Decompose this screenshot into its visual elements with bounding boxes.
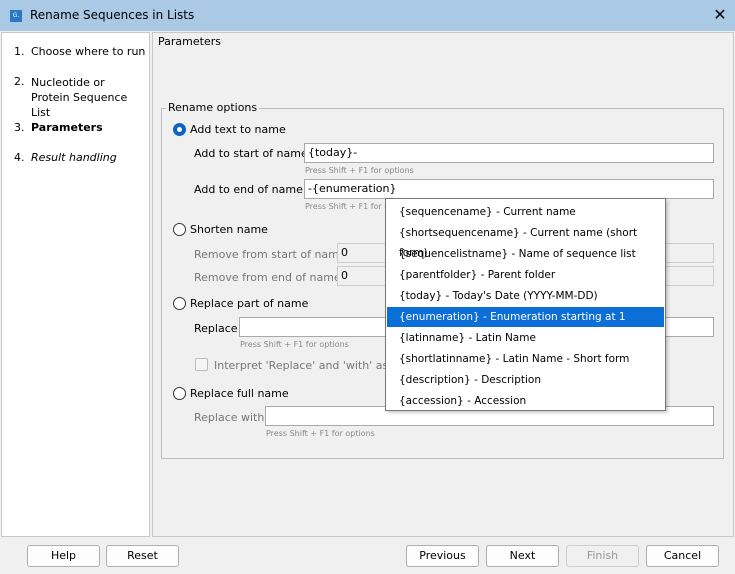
popup-item-selected[interactable]: {enumeration} - Enumeration starting at … <box>387 307 664 327</box>
popup-item[interactable]: {parentfolder} - Parent folder <box>387 265 664 285</box>
step-label: Nucleotide or Protein Sequence List <box>31 76 128 119</box>
reset-button[interactable]: Reset <box>106 545 179 567</box>
title-bar: G. Rename Sequences in Lists ✕ <box>0 0 735 31</box>
replace-with-label: Replace with <box>194 411 265 424</box>
shorten-label: Shorten name <box>190 223 268 236</box>
step-parameters[interactable]: 3. Parameters <box>14 121 103 134</box>
window-title: Rename Sequences in Lists <box>30 8 195 22</box>
add-start-input[interactable]: {today}- <box>304 143 714 163</box>
previous-button[interactable]: Previous <box>406 545 479 567</box>
popup-item[interactable]: {description} - Description <box>387 370 664 390</box>
add-text-radio[interactable] <box>173 123 186 136</box>
step-label: Result handling <box>31 151 117 164</box>
hint: Press Shift + F1 for options <box>305 166 414 175</box>
add-end-input[interactable]: -{enumeration} <box>304 179 714 199</box>
next-button[interactable]: Next <box>486 545 559 567</box>
popup-item[interactable]: {shortlatinname} - Latin Name - Short fo… <box>387 349 664 369</box>
step-choose-where-to-run[interactable]: 1. Choose where to run <box>14 45 145 58</box>
help-button[interactable]: Help <box>27 545 100 567</box>
step-number: 3. <box>14 121 25 134</box>
replace-part-radio[interactable] <box>173 297 186 310</box>
replace-label: Replace <box>194 322 238 335</box>
cancel-button[interactable]: Cancel <box>646 545 719 567</box>
step-number: 2. <box>14 75 25 88</box>
replace-full-label: Replace full name <box>190 387 289 400</box>
step-label: Choose where to run <box>31 45 146 58</box>
step-result-handling[interactable]: 4. Result handling <box>14 151 117 164</box>
remove-start-label: Remove from start of name <box>194 248 346 261</box>
popup-item[interactable]: {sequencelistname} - Name of sequence li… <box>387 244 664 264</box>
replace-full-radio[interactable] <box>173 387 186 400</box>
shorten-radio[interactable] <box>173 223 186 236</box>
add-text-label: Add text to name <box>190 123 286 136</box>
popup-item[interactable]: {accession} - Accession <box>387 391 664 411</box>
close-icon[interactable]: ✕ <box>710 5 730 24</box>
steps-panel: 1. Choose where to run 2. Nucleotide or Pr… <box>1 32 150 537</box>
panel-title: Parameters <box>158 35 221 48</box>
step-number: 4. <box>14 151 25 164</box>
step-label: Parameters <box>31 121 103 134</box>
popup-item[interactable]: {latinname} - Latin Name <box>387 328 664 348</box>
popup-item[interactable]: {sequencename} - Current name <box>387 202 664 222</box>
replace-part-label: Replace part of name <box>190 297 309 310</box>
finish-button[interactable]: Finish <box>566 545 639 567</box>
placeholder-popup: {sequencename} - Current name {shortsequ… <box>385 198 666 411</box>
group-title: Rename options <box>166 101 260 114</box>
start-label: Add to start of name <box>194 147 308 160</box>
popup-item[interactable]: {shortsequencename} - Current name (shor… <box>387 223 664 259</box>
end-label: Add to end of name <box>194 183 303 196</box>
remove-end-label: Remove from end of name <box>194 271 341 284</box>
regex-checkbox-label: Interpret 'Replace' and 'with' as Ja <box>214 359 402 372</box>
hint: Press Shift + F1 for options <box>240 340 349 349</box>
step-sequence-list[interactable]: 2. Nucleotide or Protein Sequence List <box>14 75 146 120</box>
hint: Press Shift + F1 for options <box>266 429 375 438</box>
regex-checkbox[interactable] <box>195 358 208 371</box>
popup-item[interactable]: {today} - Today's Date (YYYY-MM-DD) <box>387 286 664 306</box>
app-icon: G. <box>10 10 22 22</box>
step-number: 1. <box>14 45 25 58</box>
